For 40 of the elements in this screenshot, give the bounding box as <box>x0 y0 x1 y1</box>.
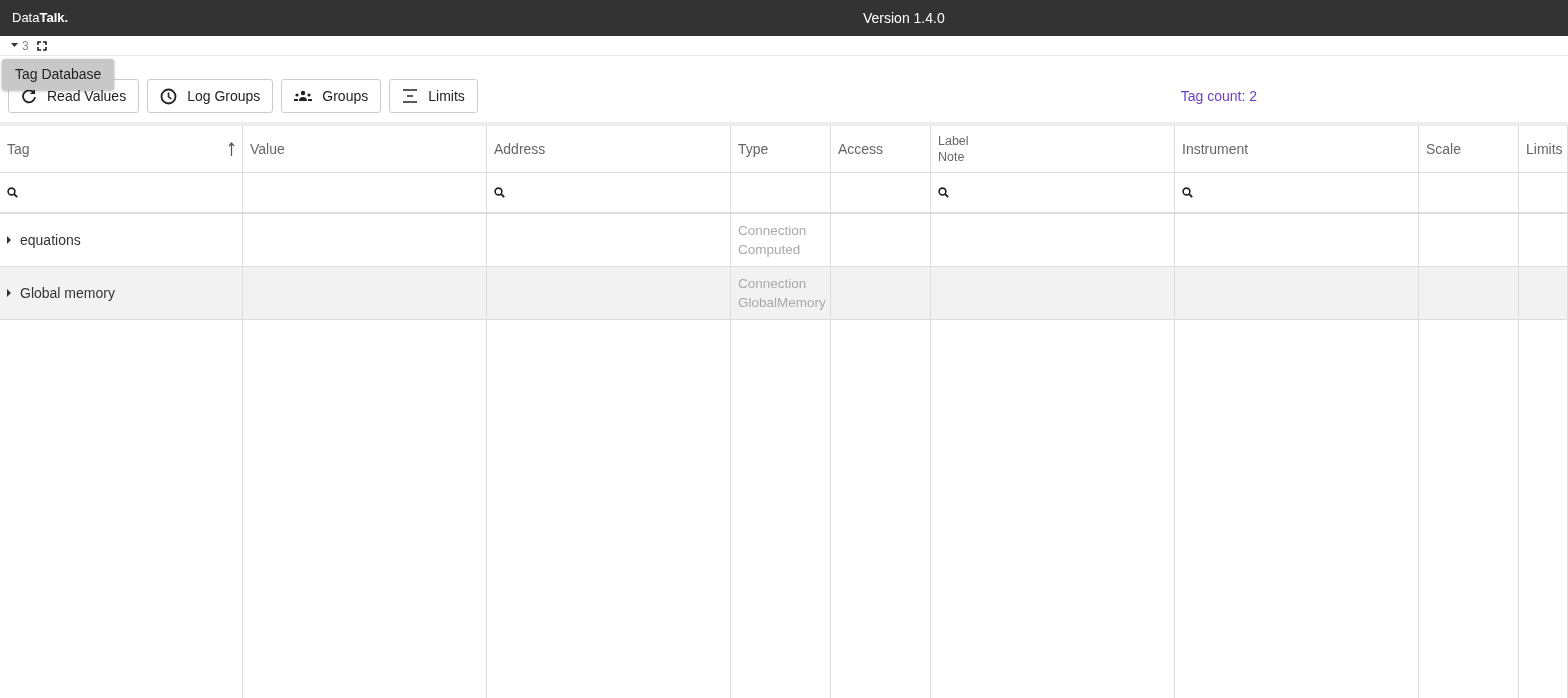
column-header[interactable]: Tag <box>0 126 243 173</box>
app-logo: DataTalk. <box>12 9 70 28</box>
column-header[interactable]: Address <box>487 126 731 173</box>
count-label: 3 <box>22 37 29 55</box>
sort-arrow-icon[interactable] <box>228 142 235 156</box>
filter-field[interactable] <box>931 173 1175 214</box>
caret-icon[interactable] <box>11 43 18 48</box>
column-header[interactable]: Type <box>731 126 831 173</box>
toolbar-button[interactable]: Groups <box>281 79 382 113</box>
column-header[interactable]: Limits <box>1519 126 1568 173</box>
toolbar-button[interactable]: Log Groups <box>147 79 274 113</box>
clock-icon <box>160 87 178 105</box>
type-text: Connection <box>738 222 807 240</box>
filter-field[interactable] <box>487 173 731 214</box>
column-header[interactable]: Access <box>831 126 931 173</box>
search-icon <box>7 187 18 198</box>
column-header[interactable]: Instrument <box>1175 126 1419 173</box>
type-text: Computed <box>738 241 801 259</box>
tag-name: Global memory <box>20 283 115 303</box>
filter-field[interactable] <box>1175 173 1419 214</box>
search-icon <box>938 187 949 198</box>
toolbar-button[interactable]: Limits <box>389 79 478 113</box>
tooltip: Tag Database <box>2 59 115 90</box>
search-icon <box>494 187 505 198</box>
limits-icon <box>402 88 419 104</box>
refresh-icon <box>21 88 37 104</box>
column-header[interactable]: Label Note <box>931 126 1175 173</box>
table-cell <box>1519 267 1568 320</box>
expand-icon[interactable] <box>7 289 12 297</box>
tag-name: equations <box>20 230 81 250</box>
people-icon <box>294 90 313 102</box>
type-text: Connection <box>738 275 807 293</box>
column-header[interactable]: Scale <box>1419 126 1519 173</box>
version-label: Version 1.4.0 <box>863 8 945 28</box>
search-icon <box>1182 187 1193 198</box>
expand-icon[interactable] <box>7 236 12 244</box>
filter-field[interactable] <box>0 173 243 214</box>
type-text: GlobalMemory <box>738 294 826 312</box>
tag-count: Tag count: 2 <box>1180 86 1257 106</box>
column-header[interactable]: Value <box>243 126 487 173</box>
